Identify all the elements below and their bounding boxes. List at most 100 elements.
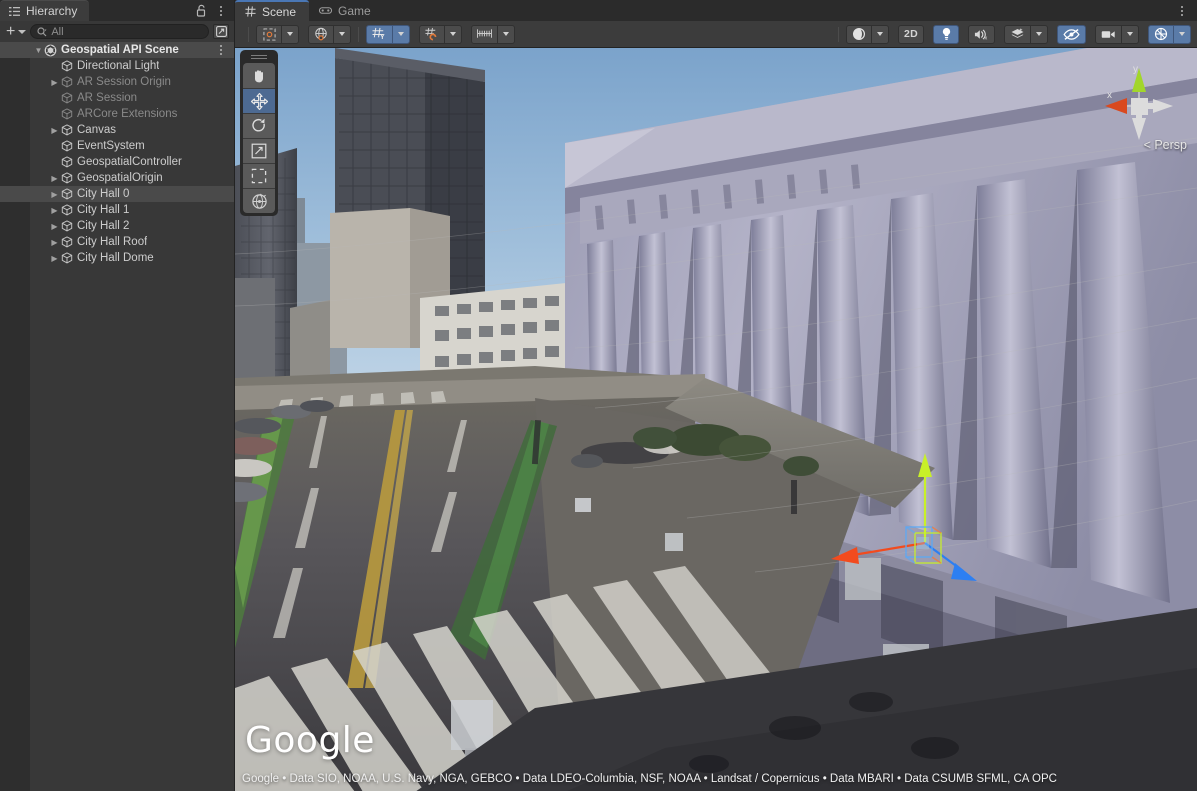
scene-tabbar: Scene Game (235, 0, 1197, 21)
camera-icon[interactable] (1095, 25, 1122, 44)
gizmos-dropdown[interactable] (1174, 25, 1191, 44)
search-icon (37, 27, 47, 37)
grid-visibility-button[interactable]: Y (366, 25, 410, 44)
hand-icon (251, 68, 267, 84)
gizmos-globe-icon[interactable] (1148, 25, 1174, 44)
hierarchy-row-ar-session[interactable]: AR Session (0, 90, 234, 106)
chevron-right-icon[interactable]: ▶ (49, 126, 60, 135)
pivot-center-icon[interactable] (256, 25, 282, 44)
scene-fx-dropdown[interactable] (1031, 25, 1048, 44)
search-input[interactable]: All (30, 24, 209, 39)
kebab-menu-icon[interactable] (215, 4, 227, 18)
hierarchy-tabbar: Hierarchy (0, 0, 234, 21)
hierarchy-row-arcore-extensions[interactable]: ARCore Extensions (0, 106, 234, 122)
chevron-right-icon[interactable]: ▶ (49, 238, 60, 247)
map-attribution: Google • Data SIO, NOAA, U.S. Navy, NGA,… (242, 773, 1057, 785)
scene-lighting-button[interactable] (933, 25, 959, 44)
chevron-right-icon[interactable]: ▶ (49, 222, 60, 231)
gameobject-cube-icon (60, 156, 73, 168)
rotate-tool[interactable] (243, 113, 275, 138)
move-tool[interactable] (243, 88, 275, 113)
hierarchy-row-geospatialcontroller[interactable]: GeospatialController (0, 154, 234, 170)
transform-tool[interactable] (243, 188, 275, 213)
pivot-mode-button[interactable] (256, 25, 299, 44)
scene-context-menu-icon[interactable] (215, 43, 227, 57)
hierarchy-row-label: GeospatialOrigin (77, 172, 163, 184)
gameobject-cube-icon (60, 124, 73, 136)
shaded-sphere-icon[interactable] (846, 25, 872, 44)
move-gizmo[interactable] (805, 443, 995, 603)
snap-increment-button[interactable] (471, 25, 515, 44)
hierarchy-row-city-hall-2[interactable]: ▶City Hall 2 (0, 218, 234, 234)
gameobject-cube-icon (60, 188, 73, 200)
shading-mode-button[interactable] (846, 25, 889, 44)
grid-visibility-dropdown[interactable] (393, 25, 410, 44)
hierarchy-row-geospatial-api-scene[interactable]: ▼Geospatial API Scene (0, 42, 234, 58)
pivot-mode-dropdown[interactable] (282, 25, 299, 44)
gameobject-cube-icon (60, 172, 73, 184)
tab-scene[interactable]: Scene (235, 0, 309, 21)
snap-increment-dropdown[interactable] (498, 25, 515, 44)
gizmo-y-label: y (1133, 64, 1138, 75)
lock-open-icon[interactable] (194, 4, 208, 18)
scene-window-kebab-menu-icon[interactable] (1176, 4, 1188, 18)
tab-game[interactable]: Game (309, 0, 384, 21)
chevron-down-icon (398, 32, 404, 36)
handle-space-button[interactable] (308, 25, 351, 44)
scene-visibility-button[interactable] (1057, 25, 1086, 44)
camera-settings-button[interactable] (1095, 25, 1139, 44)
chevron-right-icon[interactable]: ▶ (49, 206, 60, 215)
hierarchy-rows: ▼Geospatial API SceneDirectional Light ▶ A… (0, 42, 234, 266)
create-gameobject-button[interactable]: + (5, 26, 26, 38)
ruler-icon[interactable] (471, 25, 498, 44)
grid-snapping-button[interactable] (419, 25, 462, 44)
palette-drag-handle[interactable] (251, 54, 267, 60)
handle-space-dropdown[interactable] (334, 25, 351, 44)
chevron-right-icon[interactable]: ▶ (49, 190, 60, 199)
globe-global-icon[interactable] (308, 25, 334, 44)
2d-toggle-label: 2D (904, 28, 918, 40)
view-tool[interactable] (243, 63, 275, 88)
hierarchy-row-eventsystem[interactable]: EventSystem (0, 138, 234, 154)
projection-mode-label[interactable]: < Persp (1144, 138, 1187, 152)
hierarchy-row-directional-light[interactable]: Directional Light (0, 58, 234, 74)
hierarchy-row-city-hall-dome[interactable]: ▶City Hall Dome (0, 250, 234, 266)
chevron-right-icon[interactable]: ▶ (49, 78, 60, 87)
toolbar-separator (248, 27, 249, 42)
hierarchy-row-city-hall-1[interactable]: ▶City Hall 1 (0, 202, 234, 218)
hierarchy-tree[interactable]: ▼Geospatial API SceneDirectional Light ▶ A… (0, 42, 234, 791)
chevron-right-icon[interactable]: ▶ (49, 174, 60, 183)
grid-axis-y-icon[interactable]: Y (366, 25, 393, 44)
hierarchy-row-label: EventSystem (77, 140, 145, 152)
chevron-right-icon[interactable]: ▶ (49, 254, 60, 263)
chevron-down-icon (1036, 32, 1042, 36)
scene-fx-button[interactable] (1004, 25, 1048, 44)
2d-toggle-button[interactable]: 2D (898, 25, 924, 44)
camera-settings-dropdown[interactable] (1122, 25, 1139, 44)
eye-hidden-icon (1063, 28, 1080, 41)
gizmos-toggle-button[interactable] (1148, 25, 1191, 44)
scene-audio-button[interactable]: x (968, 25, 995, 44)
gameobject-cube-icon (60, 252, 73, 264)
rect-tool[interactable] (243, 163, 275, 188)
hierarchy-row-label: AR Session Origin (77, 76, 171, 88)
scale-tool[interactable] (243, 138, 275, 163)
fx-layers-icon[interactable] (1004, 25, 1031, 44)
transform-tool-icon (251, 193, 268, 210)
hierarchy-row-geospatialorigin[interactable]: ▶ GeospatialOrigin (0, 170, 234, 186)
detach-window-icon[interactable] (213, 24, 229, 39)
chevron-down-icon (18, 30, 26, 34)
hierarchy-row-city-hall-0[interactable]: ▶City Hall 0 (0, 186, 234, 202)
hierarchy-row-city-hall-roof[interactable]: ▶City Hall Roof (0, 234, 234, 250)
hierarchy-row-canvas[interactable]: ▶Canvas (0, 122, 234, 138)
unity-editor-window: Hierarchy + (0, 0, 1197, 791)
hierarchy-row-ar-session-origin[interactable]: ▶ AR Session Origin (0, 74, 234, 90)
grid-magnet-icon[interactable] (419, 25, 445, 44)
grid-snapping-dropdown[interactable] (445, 25, 462, 44)
scene-toolbar-right: 2D (831, 25, 1191, 44)
chevron-down-icon[interactable]: ▼ (33, 46, 44, 55)
scene-viewport[interactable]: y x < Persp Google Google • Data SIO, NO… (235, 48, 1197, 791)
tab-hierarchy[interactable]: Hierarchy (0, 0, 89, 21)
shading-mode-dropdown[interactable] (872, 25, 889, 44)
chevron-down-icon (503, 32, 509, 36)
